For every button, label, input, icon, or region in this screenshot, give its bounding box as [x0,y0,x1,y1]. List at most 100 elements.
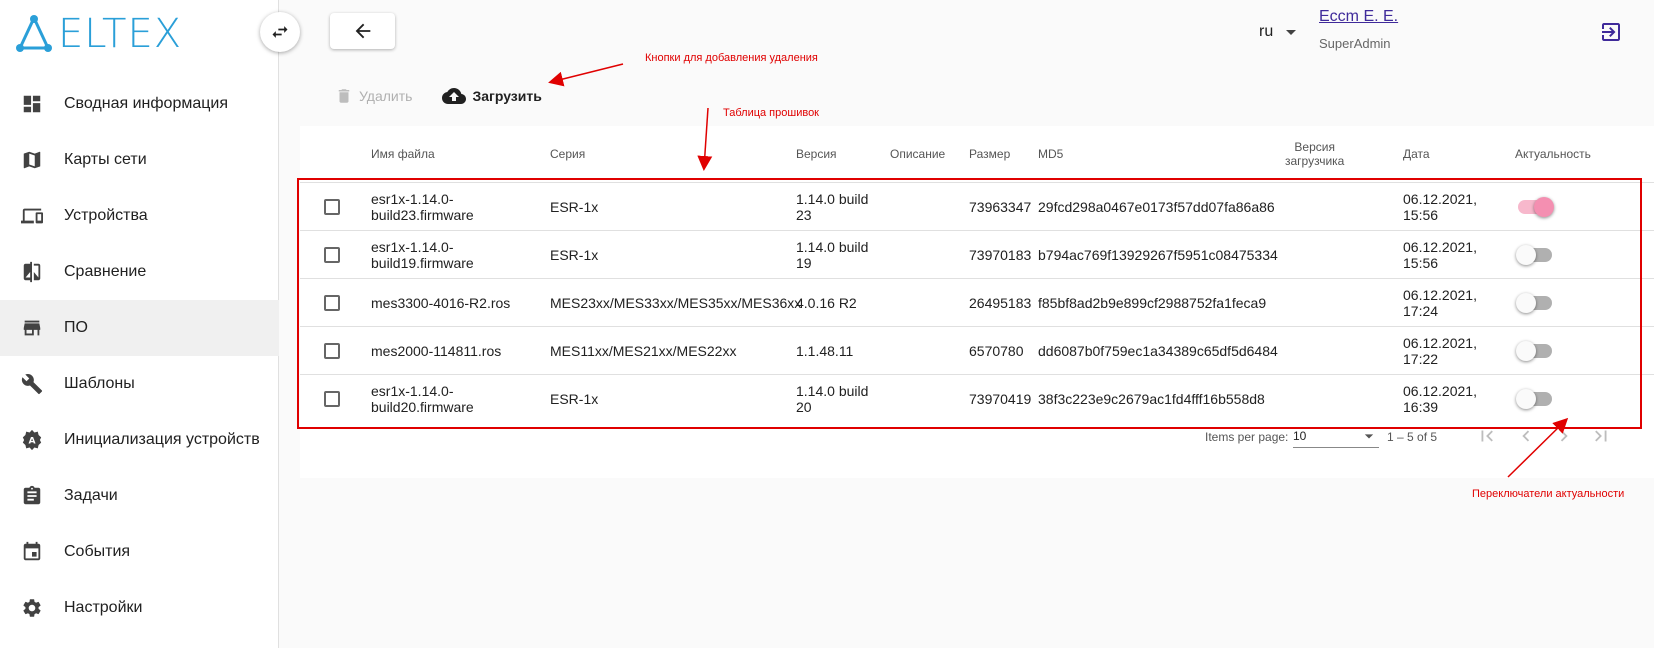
col-date[interactable]: Дата [1403,126,1430,182]
cell-size: 73970183 [969,247,1032,263]
actual-toggle[interactable] [1518,197,1554,217]
row-checkbox[interactable] [324,295,340,311]
filename-line1: esr1x-1.14.0- [371,383,454,399]
table-row[interactable]: mes2000-114811.ros MES11xx/MES21xx/MES22x… [300,326,1654,374]
sidebar-item-device-init[interactable]: A Инициализация устройств [0,412,279,468]
back-button[interactable] [330,13,395,49]
caret-down-icon [1364,433,1374,438]
delete-label: Удалить [359,88,413,104]
cell-series: MES23xx/MES33xx/MES35xx/MES36xx [550,295,802,311]
cell-size: 26495183 [969,295,1032,311]
row-checkbox[interactable] [324,343,340,359]
cell-filename: esr1x-1.14.0- build23.firmware [371,183,541,231]
col-filename[interactable]: Имя файла [371,126,435,182]
toggle-knob [1534,197,1554,217]
last-page-button[interactable] [1589,424,1613,448]
toggle-knob [1516,293,1536,313]
cell-date: 06.12.2021, 17:22 [1403,327,1477,375]
annotation-toggles-note: Переключатели актуальности [1472,488,1625,500]
sidebar-item-dashboard[interactable]: Сводная информация [0,76,279,132]
auto-init-icon: A [20,428,44,452]
row-checkbox[interactable] [324,391,340,407]
col-md5[interactable]: MD5 [1038,126,1063,182]
delete-button[interactable]: Удалить [335,87,412,105]
prev-page-button[interactable] [1514,424,1538,448]
items-per-page-select[interactable]: 10 [1293,424,1379,448]
user-name-link[interactable]: Eccm E. E. [1319,8,1398,26]
gear-icon [20,596,44,620]
actual-toggle[interactable] [1516,389,1552,409]
table-row[interactable]: esr1x-1.14.0- build23.firmware ESR-1x 1.14.… [300,182,1654,230]
filename-line1: esr1x-1.14.0- [371,191,454,207]
cell-date: 06.12.2021, 15:56 [1403,231,1477,279]
cell-version: 1.14.0 build 23 [796,183,886,231]
sidebar-item-templates[interactable]: Шаблоны [0,356,279,412]
actual-toggle[interactable] [1516,245,1552,265]
items-per-page-label: Items per page: [1205,430,1289,444]
table-row[interactable]: esr1x-1.14.0- build19.firmware ESR-1x 1.14.… [300,230,1654,278]
map-icon [20,148,44,172]
table-row[interactable]: mes3300-4016-R2.ros MES23xx/MES33xx/MES35… [300,278,1654,326]
date-line1: 06.12.2021, [1403,383,1477,399]
clipboard-icon [20,484,44,508]
col-description[interactable]: Описание [890,126,945,182]
upload-button[interactable]: Загрузить [442,84,542,108]
cell-date: 06.12.2021, 15:56 [1403,183,1477,231]
sidebar-item-tasks[interactable]: Задачи [0,468,279,524]
swap-arrows-icon [272,26,288,38]
first-page-button[interactable] [1475,424,1499,448]
actual-toggle[interactable] [1516,293,1552,313]
sidebar-item-settings[interactable]: Настройки [0,580,279,636]
col-series[interactable]: Серия [550,126,585,182]
wrench-icon [20,372,44,396]
cell-series: MES11xx/MES21xx/MES22xx [550,343,737,359]
language-selector[interactable]: ru [1259,20,1303,44]
items-per-page-value: 10 [1293,428,1307,443]
cell-date: 06.12.2021, 17:24 [1403,279,1477,327]
cell-filename: esr1x-1.14.0- build19.firmware [371,231,541,279]
sidebar-item-events[interactable]: События [0,524,279,580]
sidebar-toggle-button[interactable] [260,12,300,52]
dashboard-icon [20,92,44,116]
svg-text:A: A [28,436,36,447]
col-bootloader-line2: загрузчика [1285,154,1345,168]
trash-icon [338,89,350,103]
cell-md5: 29fcd298a0467e0173f57dd07fa86a86 [1038,199,1275,215]
cell-version: 4.0.16 R2 [796,279,886,327]
sidebar-item-software[interactable]: ПО [0,300,279,356]
version-line2: 19 [796,255,812,271]
version-line1: 1.14.0 build [796,191,869,207]
date-line1: 06.12.2021, [1403,335,1477,351]
col-size[interactable]: Размер [969,126,1010,182]
col-actual[interactable]: Актуальность [1515,126,1591,182]
sidebar-item-network-maps[interactable]: Карты сети [0,132,279,188]
first-page-icon [1481,430,1493,442]
sidebar-item-label: Сводная информация [64,95,228,112]
store-icon [20,316,44,340]
version-line1: 1.14.0 build [796,383,869,399]
toolbar: Удалить Загрузить [335,84,572,108]
version-line1: 1.1.48.11 [796,343,854,359]
sidebar-item-label: События [64,543,131,560]
cell-version: 1.14.0 build 19 [796,231,886,279]
cell-md5: f85bf8ad2b9e899cf2988752fa1feca9 [1038,295,1267,311]
annotation-table-note: Таблица прошивок [723,107,819,119]
sidebar-item-devices[interactable]: Устройства [0,188,279,244]
row-checkbox[interactable] [324,199,340,215]
row-checkbox[interactable] [324,247,340,263]
toggle-knob [1516,245,1536,265]
date-line1: 06.12.2021, [1403,191,1477,207]
sidebar-item-label: Карты сети [64,151,147,168]
eltex-logo[interactable]: ELTEX [14,14,194,54]
col-version[interactable]: Версия [796,126,837,182]
annotation-buttons-note: Кнопки для добавления удаления [645,52,818,64]
sidebar-item-label: Инициализация устройств [64,431,260,448]
sidebar-item-label: ПО [64,319,88,336]
sidebar-item-compare[interactable]: Сравнение [0,244,279,300]
date-line2: 17:22 [1403,351,1439,367]
logout-button[interactable] [1599,20,1623,44]
col-bootloader[interactable]: Версия загрузчика [1285,126,1344,182]
next-page-button[interactable] [1552,424,1576,448]
date-line2: 15:56 [1403,207,1439,223]
actual-toggle[interactable] [1516,341,1552,361]
